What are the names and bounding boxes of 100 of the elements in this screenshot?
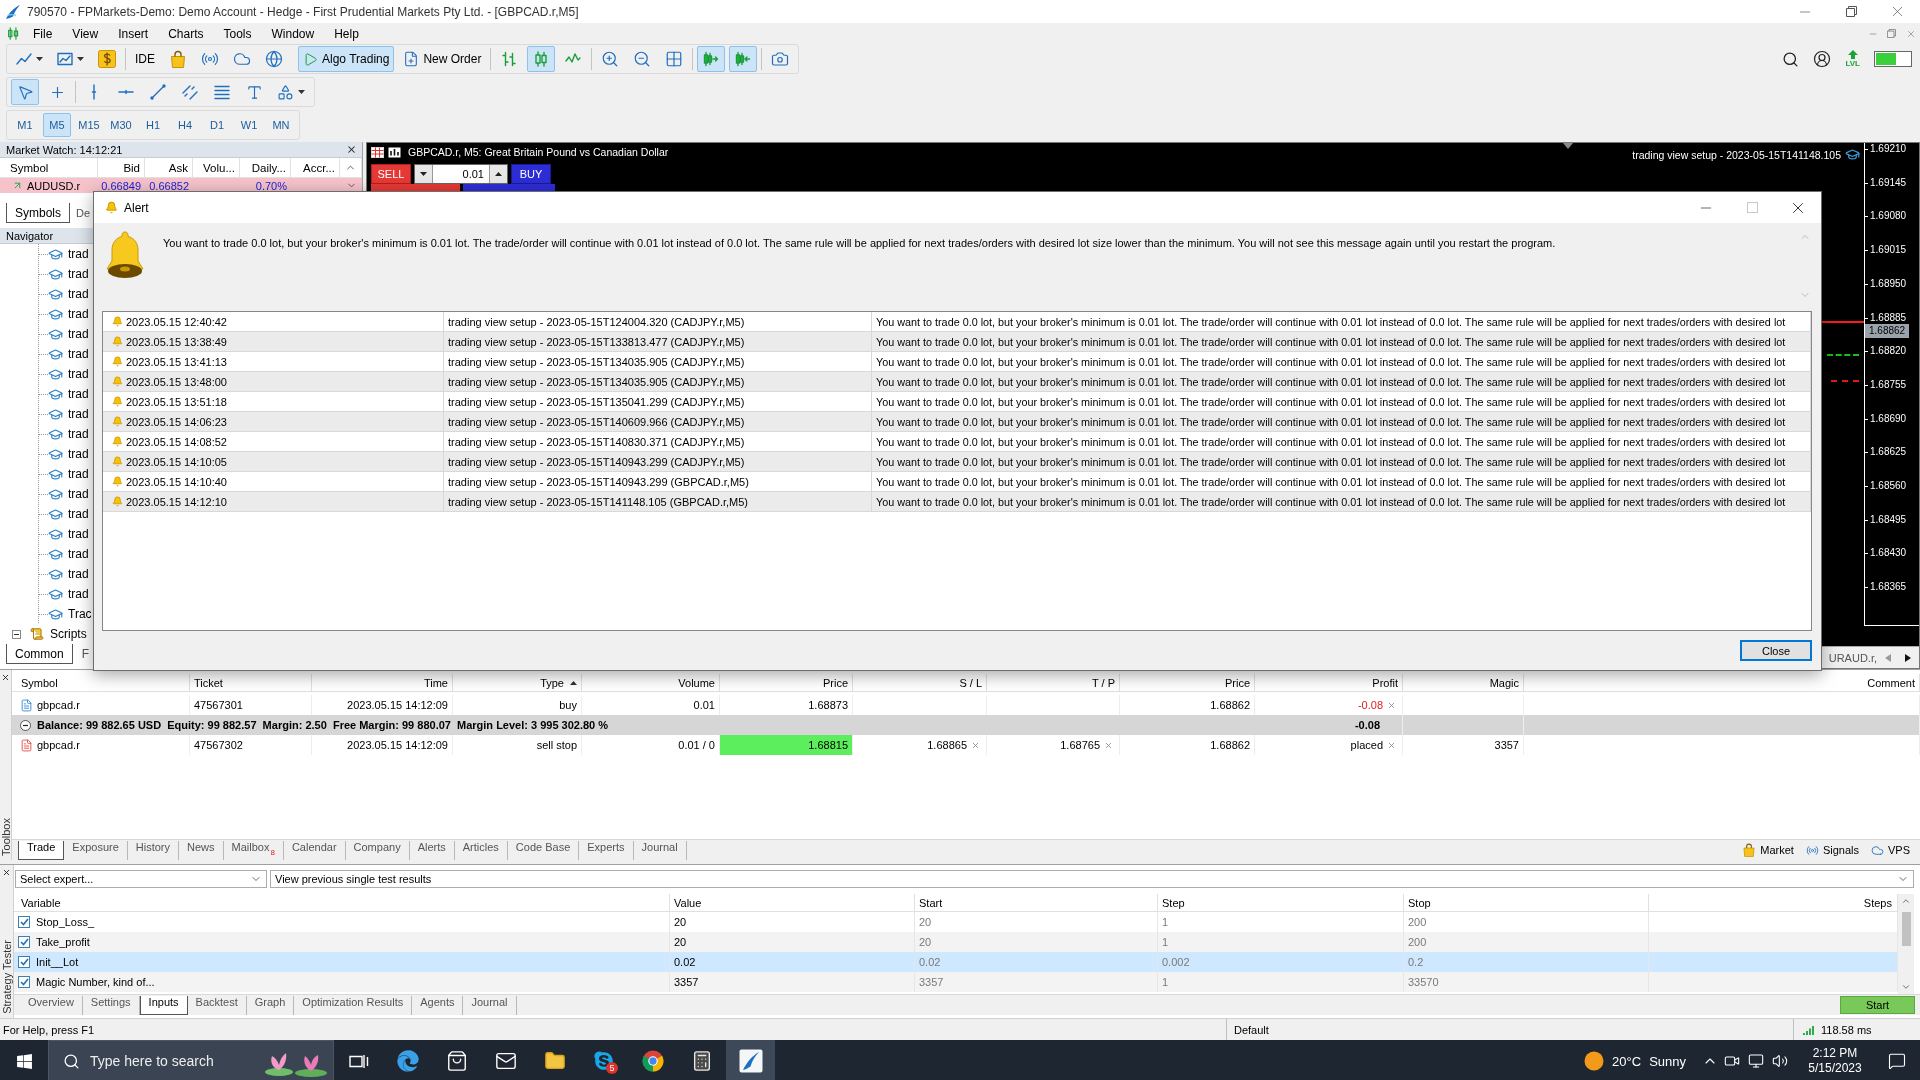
menu-item[interactable]: Window — [261, 24, 325, 43]
menu-item[interactable]: File — [23, 24, 63, 43]
temperature-text[interactable]: 20°C — [1612, 1053, 1642, 1069]
panel-tab[interactable]: Company — [345, 840, 410, 860]
panel-tab[interactable]: Backtest — [187, 995, 247, 1015]
table-row[interactable]: Magic Number, kind of... 3357 3357 1 33570 — [14, 972, 1898, 992]
task-view-icon[interactable] — [348, 1053, 369, 1069]
column-header[interactable]: Price — [720, 674, 853, 692]
collapse-icon[interactable] — [20, 719, 31, 731]
sun-icon[interactable] — [1584, 1051, 1605, 1071]
panel-tab[interactable]: Journal — [633, 840, 687, 860]
search-field[interactable]: Type here to search — [90, 1050, 253, 1072]
restore-icon[interactable] — [1845, 6, 1857, 17]
table-row[interactable]: Init__Lot 0.02 0.02 0.002 0.2 — [14, 952, 1898, 972]
timeframe-button[interactable]: W1 — [235, 113, 263, 137]
panel-tab[interactable]: History — [127, 840, 180, 860]
tree-item[interactable]: Trac — [48, 606, 92, 622]
close-icon[interactable] — [346, 144, 357, 155]
new-order-button[interactable]: New Order — [398, 46, 487, 72]
timeframe-button[interactable]: M15 — [75, 113, 103, 137]
timeframe-button[interactable]: MN — [267, 113, 295, 137]
clock-time[interactable]: 2:12 PM — [1812, 1046, 1858, 1061]
scroll-right-icon[interactable] — [1905, 653, 1911, 662]
panel-tab[interactable]: News — [179, 840, 224, 860]
tree-item[interactable]: trad — [48, 526, 89, 542]
column-header[interactable]: T / P — [987, 674, 1120, 692]
panel-tab[interactable]: Graph — [246, 995, 295, 1015]
panel-link[interactable]: Market — [1742, 843, 1794, 857]
algo-trading-button[interactable]: Algo Trading — [298, 46, 395, 72]
panel-tab[interactable]: Alerts — [409, 840, 455, 860]
timeframe-button[interactable]: M30 — [107, 113, 135, 137]
checkbox[interactable] — [18, 956, 30, 968]
tree-item[interactable]: trad — [48, 386, 89, 402]
grid-table-icon[interactable] — [371, 146, 384, 158]
candlestick-chart-button[interactable] — [527, 46, 556, 72]
timeframe-button[interactable]: D1 — [203, 113, 231, 137]
tree-item[interactable]: trad — [48, 446, 89, 462]
panel-link[interactable]: Signals — [1805, 843, 1859, 857]
video-camera-icon[interactable] — [1724, 1053, 1740, 1069]
tree-item[interactable]: trad — [48, 306, 89, 322]
tree-item[interactable]: trad — [48, 286, 89, 302]
column-header[interactable]: Magic — [1403, 674, 1524, 692]
tree-item[interactable]: trad — [48, 486, 89, 502]
tree-item[interactable]: Scripts — [30, 627, 87, 641]
table-row[interactable]: Take_profit 20 20 1 200 — [14, 932, 1898, 952]
panel-tab[interactable]: Overview — [20, 995, 83, 1015]
sell-button[interactable]: SELL — [371, 164, 411, 184]
network-icon[interactable] — [1748, 1053, 1764, 1069]
weather-text[interactable]: Sunny — [1649, 1053, 1686, 1069]
tree-item[interactable]: trad — [48, 266, 89, 282]
timeframe-button[interactable]: H1 — [139, 113, 167, 137]
tree-item[interactable]: trad — [48, 506, 89, 522]
tree-item[interactable]: trad — [48, 406, 89, 422]
checkbox[interactable] — [18, 916, 30, 928]
taskbar-button[interactable] — [726, 1040, 775, 1080]
notification-icon[interactable] — [1888, 1052, 1906, 1070]
column-header[interactable]: Time — [312, 674, 453, 692]
menu-item[interactable]: Help — [324, 24, 369, 43]
panel-tab[interactable]: Trade — [18, 840, 65, 860]
menu-item[interactable]: View — [62, 24, 109, 43]
close-icon[interactable] — [1, 673, 10, 682]
panel-tab[interactable]: Experts — [579, 840, 634, 860]
column-header[interactable]: Price — [1120, 674, 1255, 692]
chart-shift-button[interactable] — [729, 46, 758, 72]
taskbar-button[interactable]: 5 — [579, 1040, 628, 1080]
scrollbar[interactable] — [1898, 894, 1914, 994]
start-button[interactable]: Start — [1840, 996, 1915, 1014]
menu-item[interactable]: Charts — [158, 24, 214, 43]
panel-tab[interactable]: Common — [6, 644, 73, 664]
checkbox[interactable] — [18, 936, 30, 948]
panel-tab[interactable]: Journal — [463, 995, 517, 1015]
timeframe-button[interactable]: H4 — [171, 113, 199, 137]
cursor-button[interactable] — [11, 79, 39, 105]
expert-dropdown[interactable]: Select expert... — [15, 870, 267, 888]
panel-tab[interactable]: F — [72, 644, 93, 664]
decrease-icon[interactable] — [420, 172, 427, 176]
search-box[interactable]: Type here to search — [48, 1040, 334, 1080]
panel-link[interactable]: VPS — [1871, 843, 1910, 857]
increase-icon[interactable] — [495, 172, 502, 176]
column-header[interactable]: Ticket — [190, 674, 312, 692]
menu-item[interactable]: Tools — [213, 24, 262, 43]
tree-item[interactable]: trad — [48, 326, 89, 342]
tree-item[interactable]: trad — [48, 466, 89, 482]
tree-item[interactable]: trad — [48, 426, 89, 442]
close-button[interactable]: Close — [1740, 640, 1812, 661]
lot-field[interactable]: 0.01 — [414, 164, 508, 184]
panel-tab[interactable]: Code Base — [507, 840, 580, 860]
panel-tab[interactable]: Articles — [454, 840, 508, 860]
column-header[interactable]: Type — [453, 674, 582, 692]
buy-button[interactable]: BUY — [511, 164, 551, 184]
checkbox[interactable] — [18, 976, 30, 988]
collapse-icon[interactable] — [12, 629, 21, 639]
panel-tab[interactable]: Optimization Results — [294, 995, 413, 1015]
start-icon[interactable] — [15, 1052, 33, 1070]
account-icon[interactable] — [1813, 50, 1832, 68]
panel-tab[interactable]: Inputs — [139, 995, 188, 1015]
tree-item[interactable]: trad — [48, 366, 89, 382]
tree-item[interactable]: trad — [48, 546, 89, 562]
column-header[interactable]: Profit — [1255, 674, 1403, 692]
column-header[interactable]: Comment — [1524, 674, 1920, 692]
